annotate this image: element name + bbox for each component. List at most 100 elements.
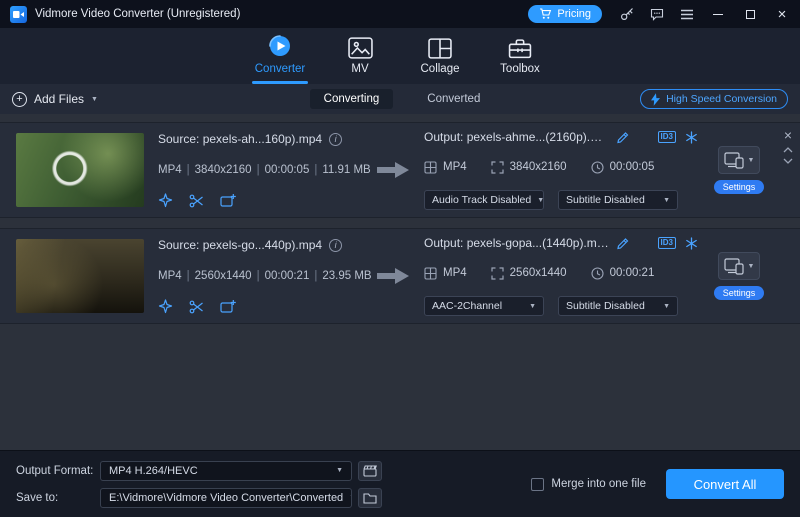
output-filename: Output: pexels-ahme...(2160p).mp4 (424, 130, 609, 144)
output-duration-group: 00:00:21 (591, 267, 655, 280)
high-speed-conversion-button[interactable]: High Speed Conversion (640, 89, 788, 109)
source-format: MP4 (158, 270, 182, 282)
info-icon[interactable]: i (329, 239, 342, 252)
output-extra-icons: ID3 (658, 237, 698, 250)
video-thumbnail[interactable] (16, 133, 144, 207)
plus-icon: + (12, 92, 27, 107)
maximize-button[interactable] (738, 3, 762, 25)
enhance-plus-icon[interactable] (685, 131, 698, 144)
output-format: MP4 (443, 161, 467, 173)
source-resolution: 3840x2160 (195, 164, 252, 176)
list-toolbar: + Add Files ▼ Converting Converted High … (0, 84, 800, 114)
cut-icon[interactable] (189, 300, 204, 314)
chevron-up-icon[interactable] (783, 147, 793, 153)
file-row: Source: pexels-go...440p).mp4 i MP4 | 2560… (0, 228, 800, 324)
merge-into-one-file-toggle[interactable]: Merge into one file (531, 478, 646, 491)
pricing-button[interactable]: Pricing (528, 5, 602, 23)
audio-track-select[interactable]: Audio Track Disabled ▼ (424, 190, 544, 210)
source-metadata: MP4|3840x2160|00:00:05|11.91 MB (158, 164, 370, 176)
menu-icon[interactable] (676, 4, 698, 24)
source-duration: 00:00:21 (265, 270, 310, 282)
settings-button[interactable]: Settings (714, 286, 765, 300)
tab-converter[interactable]: Converter (245, 28, 315, 84)
toolbox-icon (508, 38, 532, 59)
footer-right: Merge into one file Convert All (531, 469, 784, 499)
id3-button[interactable]: ID3 (658, 237, 676, 249)
main-nav: Converter MV Collage Toolbox (0, 28, 800, 84)
subtitle-select[interactable]: Subtitle Disabled ▼ (558, 190, 678, 210)
minimize-icon (713, 14, 723, 15)
edit-icon[interactable] (158, 193, 173, 208)
minimize-button[interactable] (706, 3, 730, 25)
source-resolution: 2560x1440 (195, 270, 252, 282)
list-side-controls: × (783, 128, 793, 164)
chevron-down-icon: ▼ (91, 96, 98, 103)
output-format: MP4 (443, 267, 467, 279)
tab-collage[interactable]: Collage (405, 33, 475, 84)
output-format-group: MP4 (424, 267, 467, 280)
video-thumbnail[interactable] (16, 239, 144, 313)
output-column: Output: pexels-gopa...(1440p).mp4 ID3 MP… (424, 236, 702, 316)
output-profile-button[interactable]: ▼ (718, 146, 761, 174)
clock-icon (591, 267, 604, 280)
output-duration: 00:00:05 (610, 161, 655, 173)
row-actions (158, 193, 370, 208)
remove-file-icon[interactable]: × (784, 128, 792, 142)
chevron-down-icon: ▼ (657, 303, 670, 310)
output-format-select[interactable]: MP4 H.264/HEVC ▼ (100, 461, 352, 481)
titlebar: Vidmore Video Converter (Unregistered) P… (0, 0, 800, 28)
save-to-label: Save to: (16, 492, 100, 504)
tab-converter-label: Converter (255, 63, 306, 75)
save-to-select[interactable]: E:\Vidmore\Vidmore Video Converter\Conve… (100, 488, 352, 508)
audio-track-value: Audio Track Disabled (432, 194, 531, 206)
conversion-arrow-icon (370, 159, 416, 181)
edit-icon[interactable] (158, 299, 173, 314)
subtitle-select[interactable]: Subtitle Disabled ▼ (558, 296, 678, 316)
source-name-line: Source: pexels-go...440p).mp4 i (158, 238, 370, 252)
chevron-down-icon[interactable] (783, 158, 793, 164)
tab-converting[interactable]: Converting (310, 89, 394, 109)
browse-folder-button[interactable] (358, 488, 382, 508)
output-resolution-group: 3840x2160 (491, 161, 567, 174)
source-metadata: MP4|2560x1440|00:00:21|23.95 MB (158, 270, 370, 282)
separator: | (187, 270, 190, 282)
feedback-icon[interactable] (646, 4, 668, 24)
register-key-icon[interactable] (616, 4, 638, 24)
cut-icon[interactable] (189, 194, 204, 208)
rename-icon[interactable] (616, 237, 629, 250)
output-name-line: Output: pexels-ahme...(2160p).mp4 ID3 (424, 130, 702, 144)
convert-all-button[interactable]: Convert All (666, 469, 784, 499)
output-selects: Audio Track Disabled ▼ Subtitle Disabled… (424, 190, 702, 210)
format-list-button[interactable] (358, 461, 382, 481)
audio-track-select[interactable]: AAC-2Channel ▼ (424, 296, 544, 316)
source-size: 11.91 MB (322, 164, 370, 176)
separator: | (257, 164, 260, 176)
high-speed-label: High Speed Conversion (666, 93, 777, 105)
merge-checkbox[interactable] (531, 478, 544, 491)
footer-bar: Output Format: MP4 H.264/HEVC ▼ Save to:… (0, 450, 800, 517)
output-profile-button[interactable]: ▼ (718, 252, 761, 280)
app-logo-icon (10, 6, 27, 23)
add-files-button[interactable]: + Add Files ▼ (12, 92, 98, 107)
enhance-icon[interactable] (220, 193, 237, 208)
footer-left: Output Format: MP4 H.264/HEVC ▼ Save to:… (16, 460, 382, 508)
tab-toolbox[interactable]: Toolbox (485, 33, 555, 84)
output-metadata: MP4 2560x1440 00:00:21 (424, 267, 702, 280)
enhance-icon[interactable] (220, 299, 237, 314)
enhance-plus-icon[interactable] (685, 237, 698, 250)
lightning-icon (651, 93, 660, 106)
rename-icon[interactable] (616, 131, 629, 144)
settings-button[interactable]: Settings (714, 180, 765, 194)
tab-mv[interactable]: MV (325, 32, 395, 84)
output-selects: AAC-2Channel ▼ Subtitle Disabled ▼ (424, 296, 702, 316)
close-button[interactable]: × (770, 3, 794, 25)
info-icon[interactable]: i (329, 133, 342, 146)
tab-converted[interactable]: Converted (417, 89, 490, 109)
device-profile-icon (724, 151, 744, 169)
chevron-down-icon: ▼ (748, 263, 755, 270)
source-name-line: Source: pexels-ah...160p).mp4 i (158, 132, 370, 146)
window-title: Vidmore Video Converter (Unregistered) (35, 8, 240, 20)
output-format-value: MP4 H.264/HEVC (109, 465, 198, 477)
id3-button[interactable]: ID3 (658, 131, 676, 143)
clapperboard-icon (363, 465, 377, 477)
